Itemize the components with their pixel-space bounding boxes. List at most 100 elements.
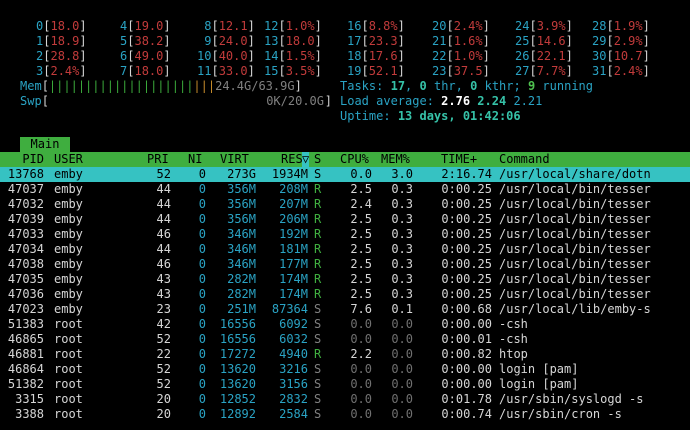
running-label: running — [542, 79, 593, 93]
proc-command: /usr/local/bin/tesser — [499, 227, 651, 241]
table-row[interactable]: 47033 emby 46 0 346M 192M R 2.5 0.3 0:00.25/usr/l… — [0, 227, 690, 242]
col-state[interactable]: S — [314, 152, 321, 167]
cpu-meter: 3[2.4%] — [36, 64, 87, 78]
proc-time: 0:00.68 — [441, 302, 492, 316]
cpu-id: 21 — [432, 34, 447, 48]
load-line: Load average: 2.76 2.24 2.21 — [340, 94, 542, 109]
cpu-percent: 2.9% — [613, 34, 643, 48]
cpu-id: 10 — [197, 49, 212, 63]
proc-state: S — [314, 407, 322, 421]
table-row[interactable]: 47035 emby 43 0 282M 174M R 2.5 0.3 0:00.25/usr/l… — [0, 272, 690, 287]
kthr-count: 0 — [470, 79, 478, 93]
cpu-meter: 7[18.0] — [120, 64, 171, 78]
table-row[interactable]: 46865 root 52 0 16556 6032 S 0.0 0.0 0:00.01 -csh — [0, 332, 690, 347]
mem-meter: Mem[|||||||||||||||||||||||24.4G/63.9G] — [20, 79, 302, 93]
proc-virt: 356M — [227, 212, 256, 226]
proc-user: emby — [54, 302, 83, 316]
proc-user: root — [54, 332, 83, 346]
col-command[interactable]: Command — [499, 152, 550, 167]
table-row[interactable]: 13768 emby 52 0 273G 1934M S 0.0 3.0 2:16.74/usr/… — [0, 167, 690, 182]
cpu-id: 18 — [347, 49, 362, 63]
proc-state: R — [314, 287, 322, 301]
proc-pri: 42 — [156, 317, 171, 331]
proc-cpu: 0.0 — [350, 377, 372, 391]
thr-label: thr, — [433, 79, 463, 93]
proc-cpu: 0.0 — [350, 332, 372, 346]
proc-virt: 251M — [227, 302, 256, 316]
col-time[interactable]: TIME+ — [441, 152, 477, 167]
cpu-meter: 16[8.8%] — [347, 19, 405, 33]
cpu-percent: 40.0 — [218, 49, 248, 63]
cpu-meter: 6[49.0] — [120, 49, 171, 63]
col-user[interactable]: USER — [54, 152, 83, 167]
cpu-meter: 1[18.9] — [36, 34, 87, 48]
proc-pri: 52 — [156, 332, 171, 346]
running-count: 9 — [527, 79, 536, 93]
cpu-meter: 26[22.1] — [515, 49, 573, 63]
proc-res: 3156 — [279, 377, 308, 391]
table-row[interactable]: 47023 emby 23 0 251M 87364 S 7.6 0.1 0:00.68/usr/… — [0, 302, 690, 317]
cpu-percent: 1.9% — [613, 19, 643, 33]
table-row[interactable]: 47036 emby 43 0 282M 174M R 2.5 0.3 0:00.25/usr/l… — [0, 287, 690, 302]
cpu-percent: 38.2 — [134, 34, 164, 48]
proc-pri: 52 — [156, 167, 171, 181]
proc-mem: 0.3 — [391, 272, 413, 286]
cpu-percent: 18.0 — [285, 34, 315, 48]
cpu-meter: 10[40.0] — [197, 49, 255, 63]
proc-cpu: 2.4 — [350, 197, 372, 211]
table-row[interactable]: 46864 root 52 0 13620 3216 S 0.0 0.0 0:00.00 login… — [0, 362, 690, 377]
table-row[interactable]: 47038 emby 46 0 346M 177M R 2.5 0.3 0:00.25/usr/l… — [0, 257, 690, 272]
proc-user: root — [54, 362, 83, 376]
proc-pri: 52 — [156, 377, 171, 391]
table-row[interactable]: 51382 root 52 0 13620 3156 S 0.0 0.0 0:00.00 login… — [0, 377, 690, 392]
cpu-meter: 31[2.4%] — [592, 64, 650, 78]
proc-command: -csh — [499, 332, 528, 346]
proc-pri: 46 — [156, 227, 171, 241]
proc-nice: 0 — [198, 332, 206, 346]
table-row[interactable]: 3388 root 20 0 12892 2584 S 0.0 0.0 0:00.74/usr/s… — [0, 407, 690, 422]
proc-mem: 0.0 — [391, 347, 413, 361]
col-cpu[interactable]: CPU% — [340, 152, 369, 167]
table-row[interactable]: 3315 root 20 0 12852 2832 S 0.0 0.0 0:01.78/usr/s… — [0, 392, 690, 407]
table-row[interactable]: 51383 root 42 0 16556 6092 S 0.0 0.0 0:00.00 -csh — [0, 317, 690, 332]
proc-nice: 0 — [198, 287, 206, 301]
proc-pri: 46 — [156, 257, 171, 271]
cpu-id: 9 — [197, 34, 212, 48]
col-mem[interactable]: MEM% — [381, 152, 410, 167]
cpu-id: 20 — [432, 19, 447, 33]
cpu-percent: 3.9% — [536, 19, 566, 33]
tab-main[interactable]: Main — [20, 137, 70, 152]
kthr-label: kthr; — [484, 79, 521, 93]
proc-time: 0:00.25 — [441, 257, 492, 271]
load-1: 2.76 — [441, 94, 471, 108]
proc-cpu: 2.5 — [350, 182, 372, 196]
table-row[interactable]: 47037 emby 44 0 356M 208M R 2.5 0.3 0:00.25/usr/l… — [0, 182, 690, 197]
proc-virt: 282M — [227, 287, 256, 301]
table-row[interactable]: 47039 emby 44 0 356M 206M R 2.5 0.3 0:00.25/usr/l… — [0, 212, 690, 227]
col-virt[interactable]: VIRT — [220, 152, 249, 167]
col-pri[interactable]: PRI — [147, 152, 169, 167]
table-row[interactable]: 47032 emby 44 0 356M 207M R 2.4 0.3 0:00.25/usr/l… — [0, 197, 690, 212]
col-res[interactable]: RES — [281, 152, 303, 167]
cpu-percent: 18.0 — [134, 64, 164, 78]
proc-virt: 356M — [227, 197, 256, 211]
proc-command: /usr/local/bin/tesser — [499, 242, 651, 256]
proc-user: emby — [54, 242, 83, 256]
table-row[interactable]: 47034 emby 44 0 346M 181M R 2.5 0.3 0:00.25/usr/l… — [0, 242, 690, 257]
proc-time: 0:00.25 — [441, 182, 492, 196]
table-row[interactable]: 46881 root 22 0 17272 4940 R 2.2 0.0 0:00.82 htop — [0, 347, 690, 362]
cpu-id: 8 — [197, 19, 212, 33]
proc-state: S — [314, 392, 322, 406]
proc-nice: 0 — [198, 212, 206, 226]
col-pid[interactable]: PID — [2, 152, 44, 167]
col-ni[interactable]: NI — [188, 152, 202, 167]
proc-virt: 346M — [227, 257, 256, 271]
proc-state: S — [314, 317, 322, 331]
proc-res: 174M — [279, 272, 308, 286]
proc-time: 0:00.25 — [441, 197, 492, 211]
proc-command: /usr/local/bin/tesser — [499, 212, 651, 226]
proc-res: 208M — [279, 182, 308, 196]
proc-command: /usr/local/bin/tesser — [499, 197, 651, 211]
proc-virt: 346M — [227, 227, 256, 241]
cpu-percent: 37.5 — [453, 64, 483, 78]
